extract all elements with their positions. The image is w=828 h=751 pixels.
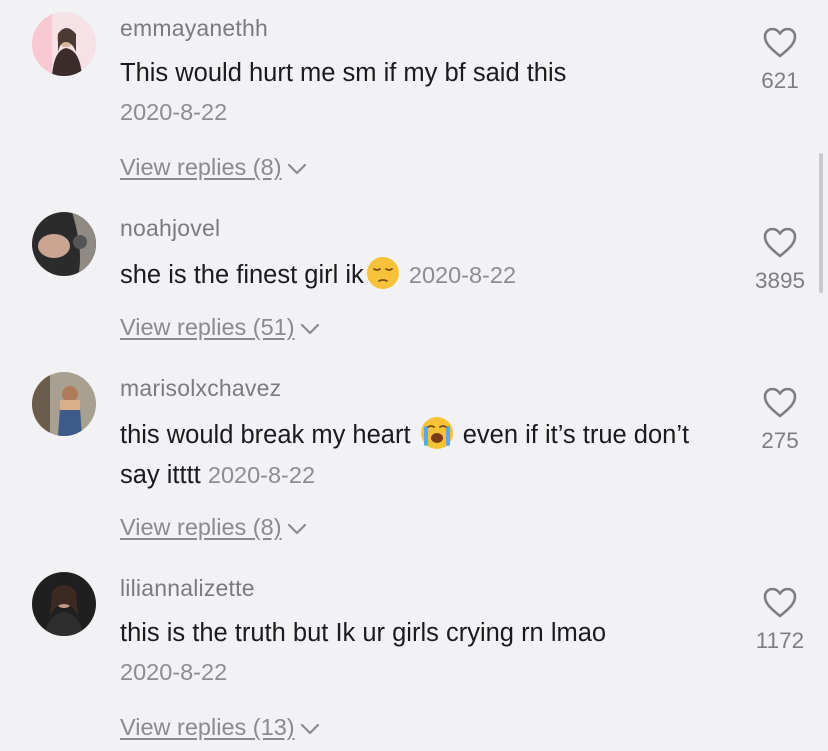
heart-icon [763,227,797,258]
like-count: 275 [761,428,799,453]
comment-date: 2020-8-22 [408,262,517,288]
view-replies-label: View replies (13) [120,714,295,740]
view-replies-button[interactable]: View replies (13) [120,714,321,741]
heart-icon [763,387,797,418]
view-replies-label: View replies (8) [120,514,282,540]
avatar[interactable] [32,212,96,276]
user-avatar-icon [32,572,96,636]
comment-username[interactable]: noahjovel [120,215,220,242]
comment-meta: 2020-8-22 [120,652,720,692]
chevron-down-icon [287,163,306,174]
view-replies-button[interactable]: View replies (8) [120,514,308,541]
comment-body: this is the truth but Ik ur girls crying… [120,619,607,647]
loudly-crying-face-emoji-icon [420,417,453,449]
chevron-down-icon [300,723,319,734]
like-button[interactable]: 621 [745,26,815,94]
comment-text: she is the finest girl ik 2020-8-22 [120,255,720,295]
comment-body: she is the finest girl ik [120,261,364,289]
comment-username[interactable]: emmayanethh [120,15,268,42]
comment-date: 2020-8-22 [120,659,228,685]
view-replies-button[interactable]: View replies (51) [120,314,321,341]
comment-meta: 2020-8-22 [120,92,720,132]
like-button[interactable]: 3895 [745,226,815,294]
heart-icon [763,27,797,58]
avatar[interactable] [32,372,96,436]
comment-text: this would break my heart even if it’s t… [120,415,720,495]
view-replies-button[interactable]: View replies (8) [120,154,308,181]
like-button[interactable]: 275 [745,386,815,454]
like-count: 1172 [755,628,805,653]
comment-username[interactable]: marisolxchavez [120,375,281,402]
user-avatar-icon [32,372,96,436]
comment-body: This would hurt me sm if my bf said this [120,59,567,87]
view-replies-label: View replies (8) [120,154,282,180]
comment-date: 2020-8-22 [207,462,316,488]
scrollbar[interactable] [819,153,823,293]
comment-text: This would hurt me sm if my bf said this [120,53,720,93]
chevron-down-icon [300,323,319,334]
view-replies-label: View replies (51) [120,314,295,340]
avatar[interactable] [32,572,96,636]
comment-date: 2020-8-22 [120,99,228,125]
like-count: 621 [761,68,799,93]
user-avatar-icon [32,212,96,276]
heart-icon [763,587,797,618]
user-avatar-icon [32,12,96,76]
like-button[interactable]: 1172 [745,586,815,654]
avatar[interactable] [32,12,96,76]
like-count: 3895 [754,268,806,293]
pensive-face-emoji-icon [366,257,399,289]
comment-body: this would break my heart [120,421,411,449]
comment-text: this is the truth but Ik ur girls crying… [120,613,720,653]
comment-username[interactable]: liliannalizette [120,575,255,602]
chevron-down-icon [287,523,306,534]
